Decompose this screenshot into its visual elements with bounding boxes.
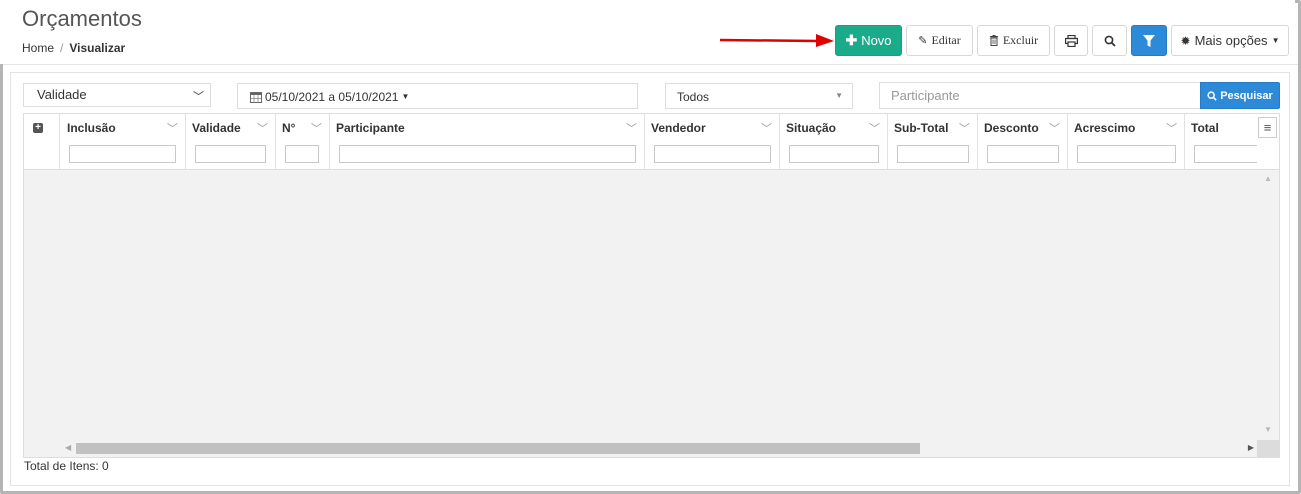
column-filter-subtotal[interactable] bbox=[897, 145, 969, 163]
header-divider bbox=[3, 64, 1298, 65]
novo-button[interactable]: ✚ Novo bbox=[835, 25, 902, 56]
plus-icon: ✚ bbox=[845, 32, 858, 48]
red-arrow-icon bbox=[720, 34, 834, 47]
data-grid: + Inclusão ﹀ Validade ﹀ N° ﹀ Participant… bbox=[23, 113, 1280, 458]
column-header-vendedor[interactable]: Vendedor ﹀ bbox=[645, 114, 780, 169]
column-title: Situação bbox=[786, 121, 837, 135]
column-header-inclusao[interactable]: Inclusão ﹀ bbox=[61, 114, 186, 169]
editar-button[interactable]: ✎ Editar bbox=[906, 25, 973, 56]
page-title: Orçamentos bbox=[22, 6, 142, 31]
column-menu-area: ≡ bbox=[1257, 114, 1279, 169]
column-filter-vendedor[interactable] bbox=[654, 145, 771, 163]
total-items-label: Total de Itens: 0 bbox=[24, 459, 109, 473]
excluir-label: Excluir bbox=[1002, 33, 1039, 47]
search-icon bbox=[1207, 90, 1217, 101]
column-title: Desconto bbox=[984, 121, 1039, 135]
mais-opcoes-label: Mais opções bbox=[1194, 33, 1268, 48]
column-filter-desconto[interactable] bbox=[987, 145, 1059, 163]
chevron-down-icon[interactable]: ﹀ bbox=[1049, 120, 1060, 136]
horizontal-scrollbar[interactable]: ◀ ▶ bbox=[62, 440, 1257, 457]
column-filter-situacao[interactable] bbox=[789, 145, 879, 163]
chevron-down-icon[interactable]: ﹀ bbox=[1166, 120, 1177, 136]
search-button[interactable] bbox=[1092, 25, 1127, 56]
print-button[interactable] bbox=[1054, 25, 1088, 56]
chevron-down-icon[interactable]: ﹀ bbox=[761, 120, 772, 136]
novo-label: Novo bbox=[861, 33, 892, 48]
column-filter-validade[interactable] bbox=[195, 145, 266, 163]
date-type-value: Validade bbox=[37, 87, 87, 102]
column-header-acrescimo[interactable]: Acrescimo ﹀ bbox=[1068, 114, 1185, 169]
column-header-validade[interactable]: Validade ﹀ bbox=[186, 114, 276, 169]
grid-header: + Inclusão ﹀ Validade ﹀ N° ﹀ Participant… bbox=[24, 114, 1279, 170]
caret-down-icon: ▼ bbox=[1271, 36, 1280, 45]
expand-column: + bbox=[24, 114, 60, 169]
column-filter-total[interactable] bbox=[1194, 145, 1266, 163]
column-header-participante[interactable]: Participante ﹀ bbox=[330, 114, 645, 169]
chevron-down-icon[interactable]: ﹀ bbox=[869, 120, 880, 136]
calendar-icon bbox=[250, 92, 262, 103]
chevron-down-icon[interactable]: ﹀ bbox=[311, 120, 322, 136]
column-title: Total bbox=[1191, 121, 1219, 135]
breadcrumb-separator: / bbox=[60, 41, 64, 55]
column-title: Validade bbox=[192, 121, 241, 135]
date-type-select[interactable]: Validade ﹀ bbox=[23, 83, 211, 107]
pesquisar-button[interactable]: Pesquisar bbox=[1200, 82, 1280, 109]
chevron-down-icon[interactable]: ﹀ bbox=[959, 120, 970, 136]
pesquisar-label: Pesquisar bbox=[1220, 89, 1273, 102]
mais-opcoes-button[interactable]: ✹ Mais opções ▼ bbox=[1171, 25, 1289, 56]
vertical-scrollbar[interactable]: ▲ ▼ bbox=[1257, 170, 1279, 440]
chevron-down-icon: ﹀ bbox=[193, 91, 204, 103]
filter-icon bbox=[1143, 34, 1155, 47]
scroll-corner bbox=[1257, 440, 1279, 457]
scroll-right-icon[interactable]: ▶ bbox=[1248, 443, 1254, 452]
printer-icon bbox=[1064, 34, 1078, 47]
breadcrumb: Home / Visualizar bbox=[22, 41, 125, 55]
search-icon bbox=[1104, 35, 1116, 47]
column-filter-numero[interactable] bbox=[285, 145, 319, 163]
column-header-total[interactable]: Total bbox=[1185, 114, 1266, 169]
plus-square-icon[interactable]: + bbox=[33, 123, 43, 133]
pencil-icon: ✎ bbox=[918, 35, 928, 47]
breadcrumb-current: Visualizar bbox=[69, 41, 126, 55]
horizontal-scroll-thumb[interactable] bbox=[76, 443, 920, 454]
date-range-picker[interactable]: 05/10/2021 a 05/10/2021 ▼ bbox=[237, 83, 638, 109]
chevron-down-icon[interactable]: ﹀ bbox=[257, 120, 268, 136]
column-header-subtotal[interactable]: Sub-Total ﹀ bbox=[888, 114, 978, 169]
date-range-value: 05/10/2021 a 05/10/2021 bbox=[265, 90, 399, 104]
column-header-desconto[interactable]: Desconto ﹀ bbox=[978, 114, 1068, 169]
column-title: Vendedor bbox=[651, 121, 706, 135]
column-filter-participante[interactable] bbox=[339, 145, 636, 163]
hamburger-menu-icon[interactable]: ≡ bbox=[1258, 117, 1277, 138]
filter-button[interactable] bbox=[1131, 25, 1167, 56]
column-title: Sub-Total bbox=[894, 121, 949, 135]
editar-label: Editar bbox=[931, 33, 961, 47]
chevron-down-icon[interactable]: ﹀ bbox=[626, 120, 637, 136]
chevron-down-icon[interactable]: ﹀ bbox=[167, 120, 178, 136]
breadcrumb-home[interactable]: Home bbox=[22, 41, 54, 55]
participant-input[interactable]: Participante bbox=[879, 82, 1201, 109]
column-header-situacao[interactable]: Situação ﹀ bbox=[780, 114, 888, 169]
column-title: Participante bbox=[336, 121, 405, 135]
gear-icon: ✹ bbox=[1180, 33, 1191, 48]
caret-down-icon: ▼ bbox=[401, 92, 410, 101]
scroll-up-icon[interactable]: ▲ bbox=[1264, 174, 1272, 183]
status-select[interactable]: Todos ▼ bbox=[665, 83, 853, 109]
column-title: Inclusão bbox=[67, 121, 116, 135]
scroll-down-icon[interactable]: ▼ bbox=[1264, 425, 1272, 434]
excluir-button[interactable]: Excluir bbox=[977, 25, 1050, 56]
scroll-left-icon[interactable]: ◀ bbox=[65, 443, 71, 452]
caret-down-icon: ▼ bbox=[835, 91, 843, 100]
column-title: N° bbox=[282, 121, 296, 135]
column-title: Acrescimo bbox=[1074, 121, 1136, 135]
trash-icon bbox=[989, 35, 998, 46]
status-value: Todos bbox=[677, 90, 710, 104]
column-filter-acrescimo[interactable] bbox=[1077, 145, 1176, 163]
column-header-numero[interactable]: N° ﹀ bbox=[276, 114, 330, 169]
column-filter-inclusao[interactable] bbox=[69, 145, 176, 163]
